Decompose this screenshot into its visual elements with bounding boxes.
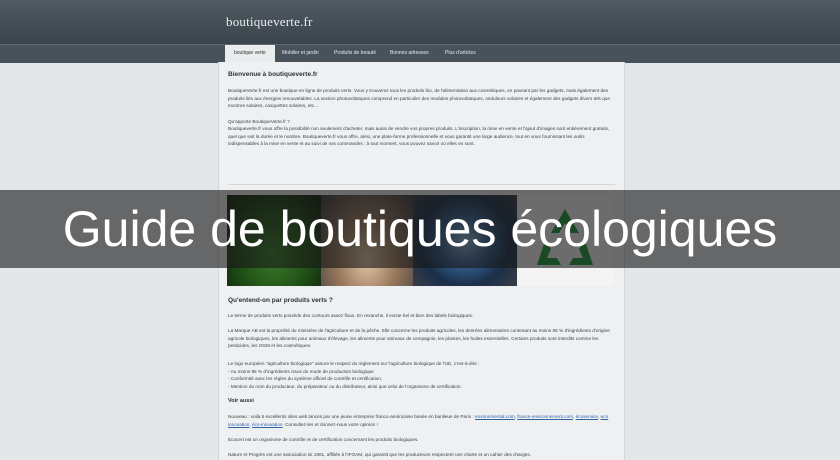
link-france-environnement[interactable]: france-environnement.com — [517, 414, 573, 419]
nature-progres-paragraph: Nature et Progrès est une association lo… — [228, 452, 532, 457]
nouveau-text: Nouveau : voilà 5 excellents sites web l… — [228, 414, 474, 419]
main-nav: boutique verte Mobilier et jardin Produi… — [0, 44, 840, 63]
link-environmental[interactable]: environmental.com — [475, 414, 515, 419]
nav-tab-boutique-verte[interactable]: boutique verte — [225, 45, 275, 63]
site-header: boutiqueverte.fr — [0, 0, 840, 44]
nav-tab-plus-articles[interactable]: Plus d'articles — [445, 45, 476, 63]
intro-answer: Boutiqueverte.fr vous offre la possibili… — [228, 126, 610, 147]
logo-eu-line: - Conformité avec les règles du système … — [228, 376, 383, 382]
banner-title: Guide de boutiques écologiques — [62, 201, 778, 257]
nav-tab-bonnes-adresses[interactable]: Bonnes adresses — [390, 45, 429, 63]
welcome-heading: Bienvenue à boutiqueverte.fr — [228, 71, 318, 78]
logo-eu-line: Le logo européen "agriculture biologique… — [228, 361, 480, 366]
nav-tab-mobilier-jardin[interactable]: Mobilier et jardin — [282, 45, 319, 63]
nav-tab-produits-beaute[interactable]: Produits de beauté — [334, 45, 376, 63]
intro-paragraph: BoutiqueVerte.fr est une boutique en lig… — [228, 88, 611, 109]
link-ecoservice[interactable]: écoservice — [576, 414, 598, 419]
article-paragraph-1: Le terme de produits verts possède des c… — [228, 313, 474, 318]
ecocert-paragraph: Ecocert est un organisme de contrôle et … — [228, 437, 419, 442]
article-heading: Qu'entend-on par produits verts ? — [228, 297, 333, 304]
nouveau-end: Consultez-les et donnez-nous votre opini… — [285, 421, 378, 427]
nouveau-paragraph: Nouveau : voilà 5 excellents sites web l… — [228, 414, 609, 427]
logo-eu-line: - Au moins 95 % d'ingrédients issus du m… — [228, 368, 374, 374]
article-paragraph-2: La Marque AB est la propriété du ministè… — [228, 328, 610, 349]
logo-eu-line: - Mention du nom du producteur, du prépa… — [228, 383, 462, 389]
guide-banner: Guide de boutiques écologiques — [0, 190, 840, 268]
separator — [228, 184, 615, 185]
link-eco-innovation-2[interactable]: éco-innovation — [252, 422, 283, 427]
voir-aussi-heading: Voir aussi — [228, 398, 254, 404]
site-title[interactable]: boutiqueverte.fr — [226, 14, 313, 30]
article-paragraph-3: Le logo européen "agriculture biologique… — [228, 360, 613, 390]
